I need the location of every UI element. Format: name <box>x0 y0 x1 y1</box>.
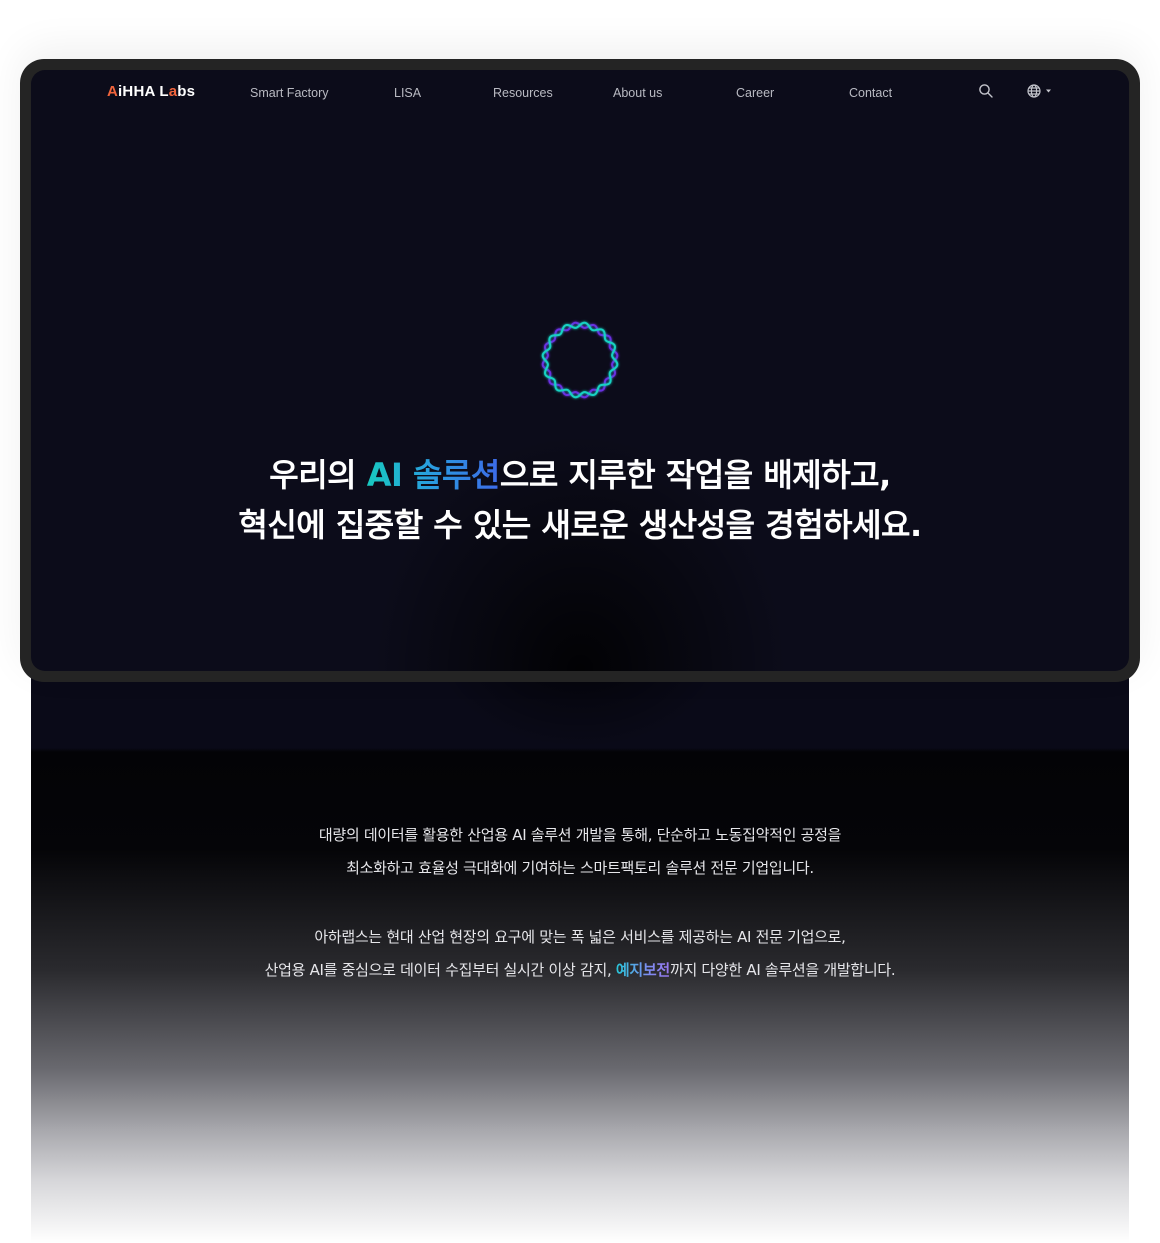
top-navigation: AiHHA Labs Smart Factory LISA Resources … <box>31 70 1129 116</box>
logo-text-end: bs <box>177 83 196 100</box>
language-selector[interactable] <box>1026 83 1056 103</box>
intro-paragraph-2: 아하랩스는 현대 산업 현장의 요구에 맞는 폭 넓은 서비스를 제공하는 AI… <box>0 921 1160 987</box>
headline-line1-pre: 우리의 <box>269 456 367 494</box>
caret-down-icon <box>1046 89 1051 93</box>
globe-icon <box>1027 84 1051 98</box>
intro-p2-line2-post: 까지 다양한 AI 솔루션을 개발합니다. <box>669 961 896 979</box>
hero-headline: 우리의 AI 솔루션으로 지루한 작업을 배제하고, 혁신에 집중할 수 있는 … <box>31 450 1129 550</box>
predictive-maintenance-highlight: 예지보전 <box>615 961 670 979</box>
nav-contact[interactable]: Contact <box>849 86 892 100</box>
ring-wave-purple <box>541 321 619 399</box>
hero-screen: AiHHA Labs Smart Factory LISA Resources … <box>31 70 1129 671</box>
intro-p1-line2: 최소화하고 효율성 극대화에 기여하는 스마트팩토리 솔루션 전문 기업입니다. <box>346 859 814 877</box>
ring-wave-teal <box>541 321 619 399</box>
nav-smart-factory[interactable]: Smart Factory <box>250 86 329 100</box>
logo-text: iHHA L <box>118 83 169 100</box>
logo-accent-a2: a <box>168 83 178 100</box>
headline-highlight: AI 솔루션 <box>366 456 501 494</box>
headline-line1-post: 으로 지루한 작업을 배제하고, <box>499 456 891 494</box>
logo[interactable]: AiHHA Labs <box>107 83 195 100</box>
intro-paragraph-1: 대량의 데이터를 활용한 산업용 AI 솔루션 개발을 통해, 단순하고 노동집… <box>0 819 1160 885</box>
intro-p2-line2-pre: 산업용 AI를 중심으로 데이터 수집부터 실시간 이상 감지, <box>264 961 616 979</box>
logo-accent-a: A <box>107 83 119 100</box>
intro-p2-line1: 아하랩스는 현대 산업 현장의 요구에 맞는 폭 넓은 서비스를 제공하는 AI… <box>314 928 846 946</box>
nav-lisa[interactable]: LISA <box>394 86 421 100</box>
nav-about-us[interactable]: About us <box>613 86 662 100</box>
nav-career[interactable]: Career <box>736 86 774 100</box>
headline-line2: 혁신에 집중할 수 있는 새로운 생산성을 경험하세요. <box>238 506 922 544</box>
search-icon[interactable] <box>978 83 994 103</box>
intro-p1-line1: 대량의 데이터를 활용한 산업용 AI 솔루션 개발을 통해, 단순하고 노동집… <box>318 826 842 844</box>
nav-resources[interactable]: Resources <box>493 86 553 100</box>
device-frame: AiHHA Labs Smart Factory LISA Resources … <box>20 59 1140 682</box>
wavy-ring-icon <box>541 321 619 399</box>
